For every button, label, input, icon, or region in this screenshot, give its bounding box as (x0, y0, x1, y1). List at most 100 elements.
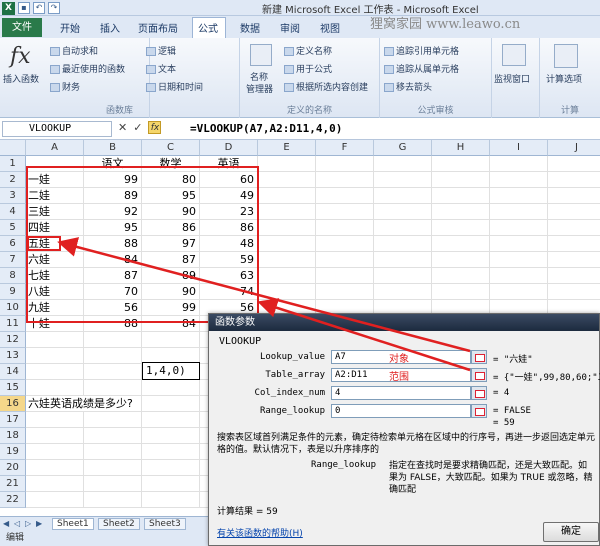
empty-cell[interactable] (26, 348, 84, 364)
row-header-21[interactable]: 21 (0, 476, 26, 492)
tab-view[interactable]: 视图 (320, 20, 340, 35)
empty-cell[interactable] (432, 284, 490, 300)
table-cell[interactable]: 86 (200, 220, 258, 236)
empty-cell[interactable] (548, 236, 600, 252)
table-cell[interactable]: 三娃 (26, 204, 84, 220)
table-cell[interactable]: 59 (200, 252, 258, 268)
table-cell[interactable]: 九娃 (26, 300, 84, 316)
tab-formulas[interactable]: 公式 (198, 20, 218, 35)
table-cell[interactable]: 88 (84, 236, 142, 252)
empty-cell[interactable] (84, 460, 142, 476)
tab-file[interactable]: 文件 (2, 18, 42, 37)
empty-cell[interactable] (258, 236, 316, 252)
empty-cell[interactable] (548, 220, 600, 236)
empty-cell[interactable] (26, 492, 84, 508)
table-cell[interactable]: 六娃 (26, 252, 84, 268)
empty-cell[interactable] (258, 268, 316, 284)
empty-cell[interactable] (26, 412, 84, 428)
watch-window-icon[interactable] (502, 44, 526, 66)
empty-cell[interactable] (374, 236, 432, 252)
table-cell[interactable]: 87 (84, 268, 142, 284)
name-manager-icon[interactable] (250, 44, 272, 66)
empty-cell[interactable] (432, 156, 490, 172)
use-in-formula-button[interactable]: 用于公式 (284, 62, 332, 75)
table-cell[interactable]: 十娃 (26, 316, 84, 332)
empty-cell[interactable] (84, 348, 142, 364)
empty-cell[interactable] (490, 268, 548, 284)
table-cell[interactable]: 88 (84, 316, 142, 332)
empty-cell[interactable] (142, 460, 200, 476)
table-cell[interactable]: 86 (142, 220, 200, 236)
empty-cell[interactable] (84, 492, 142, 508)
trace-precedents-button[interactable]: 追踪引用单元格 (384, 44, 459, 57)
table-cell[interactable]: 八娃 (26, 284, 84, 300)
next-sheet-icon[interactable]: ▷ (25, 519, 31, 528)
empty-cell[interactable] (142, 492, 200, 508)
fx-icon[interactable]: fx (148, 121, 162, 134)
row-header-5[interactable]: 5 (0, 220, 26, 236)
empty-cell[interactable] (26, 460, 84, 476)
empty-cell[interactable] (432, 236, 490, 252)
empty-cell[interactable] (316, 204, 374, 220)
row-header-3[interactable]: 3 (0, 188, 26, 204)
question-cell[interactable]: 六娃英语成绩是多少? (26, 396, 142, 412)
help-link[interactable]: 有关该函数的帮助(H) (217, 526, 303, 539)
column-header-a[interactable]: A (26, 140, 84, 156)
empty-cell[interactable] (316, 188, 374, 204)
empty-cell[interactable] (142, 396, 200, 412)
empty-cell[interactable] (142, 444, 200, 460)
column-header-h[interactable]: H (432, 140, 490, 156)
tab-insert[interactable]: 插入 (100, 20, 120, 35)
empty-cell[interactable] (26, 380, 84, 396)
excel-icon[interactable]: X (2, 1, 15, 15)
empty-cell[interactable] (316, 156, 374, 172)
column-header-d[interactable]: D (200, 140, 258, 156)
table-cell[interactable]: 63 (200, 268, 258, 284)
empty-cell[interactable] (432, 204, 490, 220)
table-cell[interactable]: 二娃 (26, 188, 84, 204)
collapse-dialog-icon[interactable] (471, 350, 487, 364)
watch-window-button[interactable]: 监视窗口 (494, 72, 530, 85)
row-header-9[interactable]: 9 (0, 284, 26, 300)
empty-cell[interactable] (84, 412, 142, 428)
empty-cell[interactable] (258, 220, 316, 236)
select-all-corner[interactable] (0, 140, 26, 156)
empty-cell[interactable] (374, 156, 432, 172)
table-cell[interactable]: 99 (142, 300, 200, 316)
row-header-8[interactable]: 8 (0, 268, 26, 284)
row-header-19[interactable]: 19 (0, 444, 26, 460)
table-cell[interactable]: 23 (200, 204, 258, 220)
empty-cell[interactable] (548, 172, 600, 188)
prev-sheet-icon[interactable]: ◁ (14, 519, 20, 528)
empty-cell[interactable] (374, 268, 432, 284)
empty-cell[interactable] (490, 156, 548, 172)
empty-cell[interactable] (316, 252, 374, 268)
calc-options-button[interactable]: 计算选项 (546, 72, 582, 85)
sheet-tab-3[interactable]: Sheet3 (144, 518, 186, 530)
empty-cell[interactable] (258, 252, 316, 268)
empty-cell[interactable] (26, 476, 84, 492)
table-cell[interactable]: 90 (142, 284, 200, 300)
column-header-e[interactable]: E (258, 140, 316, 156)
tab-review[interactable]: 审阅 (280, 20, 300, 35)
row-header-18[interactable]: 18 (0, 428, 26, 444)
empty-cell[interactable] (548, 252, 600, 268)
create-from-selection-button[interactable]: 根据所选内容创建 (284, 80, 368, 93)
header-cell[interactable]: 英语 (200, 156, 258, 172)
empty-cell[interactable] (374, 252, 432, 268)
empty-cell[interactable] (316, 172, 374, 188)
table-cell[interactable]: 95 (84, 220, 142, 236)
table-cell[interactable]: 90 (142, 204, 200, 220)
column-header-f[interactable]: F (316, 140, 374, 156)
sheet-tab-1[interactable]: Sheet1 (52, 518, 94, 530)
header-cell[interactable]: 语文 (84, 156, 142, 172)
table-cell[interactable]: 七娃 (26, 268, 84, 284)
row-header-4[interactable]: 4 (0, 204, 26, 220)
empty-cell[interactable] (490, 172, 548, 188)
table-cell[interactable]: 80 (142, 172, 200, 188)
header-cell[interactable] (26, 156, 84, 172)
column-header-i[interactable]: I (490, 140, 548, 156)
table-cell[interactable]: 四娃 (26, 220, 84, 236)
table-cell[interactable]: 56 (84, 300, 142, 316)
table-cell[interactable]: 49 (200, 188, 258, 204)
